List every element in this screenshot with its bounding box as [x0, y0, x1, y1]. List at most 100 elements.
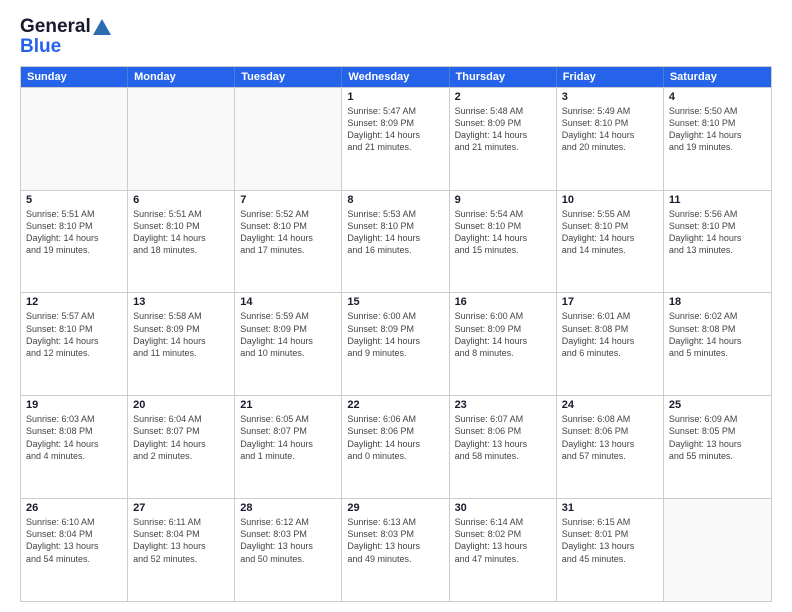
cal-cell: 2 Sunrise: 5:48 AM Sunset: 8:09 PM Daylig… — [450, 88, 557, 190]
day-number: 31 — [562, 502, 658, 514]
cal-cell: 24 Sunrise: 6:08 AM Sunset: 8:06 PM Dayli… — [557, 396, 664, 498]
cell-info: Sunrise: 5:56 AM Sunset: 8:10 PM Dayligh… — [669, 208, 766, 257]
cal-cell — [664, 499, 771, 601]
cal-cell — [21, 88, 128, 190]
cell-info: Sunrise: 6:10 AM Sunset: 8:04 PM Dayligh… — [26, 516, 122, 565]
day-number: 19 — [26, 399, 122, 411]
cell-info: Sunrise: 5:57 AM Sunset: 8:10 PM Dayligh… — [26, 310, 122, 359]
cal-row-1: 5 Sunrise: 5:51 AM Sunset: 8:10 PM Daylig… — [21, 190, 771, 293]
calendar-header: SundayMondayTuesdayWednesdayThursdayFrid… — [21, 67, 771, 87]
cal-cell: 3Sunrise: 5:49 AM Sunset: 8:10 PM Daylig… — [557, 88, 664, 190]
day-number: 21 — [240, 399, 336, 411]
cell-info: Sunrise: 5:58 AM Sunset: 8:09 PM Dayligh… — [133, 310, 229, 359]
day-number: 6 — [133, 194, 229, 206]
day-number: 7 — [240, 194, 336, 206]
day-number: 8 — [347, 194, 443, 206]
cal-cell: 25 Sunrise: 6:09 AM Sunset: 8:05 PM Dayli… — [664, 396, 771, 498]
cell-info: Sunrise: 6:12 AM Sunset: 8:03 PM Dayligh… — [240, 516, 336, 565]
cal-cell: 15 Sunrise: 6:00 AM Sunset: 8:09 PM Dayli… — [342, 293, 449, 395]
cell-info: Sunrise: 6:11 AM Sunset: 8:04 PM Dayligh… — [133, 516, 229, 565]
day-number: 15 — [347, 296, 443, 308]
cal-cell: 30 Sunrise: 6:14 AM Sunset: 8:02 PM Dayli… — [450, 499, 557, 601]
calendar: SundayMondayTuesdayWednesdayThursdayFrid… — [20, 66, 772, 602]
cal-cell: 17 Sunrise: 6:01 AM Sunset: 8:08 PM Dayli… — [557, 293, 664, 395]
cell-info: Sunrise: 6:09 AM Sunset: 8:05 PM Dayligh… — [669, 413, 766, 462]
cal-cell — [128, 88, 235, 190]
cal-cell: 19 Sunrise: 6:03 AM Sunset: 8:08 PM Dayli… — [21, 396, 128, 498]
cell-info: Sunrise: 6:14 AM Sunset: 8:02 PM Dayligh… — [455, 516, 551, 565]
cal-row-0: 1 Sunrise: 5:47 AM Sunset: 8:09 PM Daylig… — [21, 87, 771, 190]
cal-cell: 10 Sunrise: 5:55 AM Sunset: 8:10 PM Dayli… — [557, 191, 664, 293]
cell-info: Sunrise: 5:59 AM Sunset: 8:09 PM Dayligh… — [240, 310, 336, 359]
day-number: 20 — [133, 399, 229, 411]
cell-info: Sunrise: 6:03 AM Sunset: 8:08 PM Dayligh… — [26, 413, 122, 462]
day-number: 2 — [455, 91, 551, 103]
cal-row-2: 12 Sunrise: 5:57 AM Sunset: 8:10 PM Dayli… — [21, 292, 771, 395]
cell-info: Sunrise: 5:53 AM Sunset: 8:10 PM Dayligh… — [347, 208, 443, 257]
header: General Blue — [20, 16, 772, 58]
day-number: 27 — [133, 502, 229, 514]
cell-info: Sunrise: 5:52 AM Sunset: 8:10 PM Dayligh… — [240, 208, 336, 257]
day-number: 28 — [240, 502, 336, 514]
cal-cell: 6Sunrise: 5:51 AM Sunset: 8:10 PM Daylig… — [128, 191, 235, 293]
cell-info: Sunrise: 6:05 AM Sunset: 8:07 PM Dayligh… — [240, 413, 336, 462]
cal-header-cell-thursday: Thursday — [450, 67, 557, 87]
logo-text: General — [20, 16, 111, 38]
cal-cell: 7 Sunrise: 5:52 AM Sunset: 8:10 PM Daylig… — [235, 191, 342, 293]
day-number: 10 — [562, 194, 658, 206]
cal-cell: 21 Sunrise: 6:05 AM Sunset: 8:07 PM Dayli… — [235, 396, 342, 498]
cal-cell: 26 Sunrise: 6:10 AM Sunset: 8:04 PM Dayli… — [21, 499, 128, 601]
cal-cell: 1 Sunrise: 5:47 AM Sunset: 8:09 PM Daylig… — [342, 88, 449, 190]
cell-info: Sunrise: 5:54 AM Sunset: 8:10 PM Dayligh… — [455, 208, 551, 257]
day-number: 22 — [347, 399, 443, 411]
day-number: 9 — [455, 194, 551, 206]
logo: General Blue — [20, 16, 111, 58]
cell-info: Sunrise: 5:50 AM Sunset: 8:10 PM Dayligh… — [669, 105, 766, 154]
cal-cell: 4 Sunrise: 5:50 AM Sunset: 8:10 PM Daylig… — [664, 88, 771, 190]
day-number: 17 — [562, 296, 658, 308]
cal-header-cell-wednesday: Wednesday — [342, 67, 449, 87]
day-number: 23 — [455, 399, 551, 411]
cell-info: Sunrise: 6:01 AM Sunset: 8:08 PM Dayligh… — [562, 310, 658, 359]
page: General Blue SundayMondayTuesdayWednesda… — [0, 0, 792, 612]
cell-info: Sunrise: 5:51 AM Sunset: 8:10 PM Dayligh… — [26, 208, 122, 257]
cell-info: Sunrise: 6:00 AM Sunset: 8:09 PM Dayligh… — [347, 310, 443, 359]
logo-icon — [93, 19, 111, 35]
cal-cell — [235, 88, 342, 190]
day-number: 26 — [26, 502, 122, 514]
cal-header-cell-tuesday: Tuesday — [235, 67, 342, 87]
cal-cell: 20 Sunrise: 6:04 AM Sunset: 8:07 PM Dayli… — [128, 396, 235, 498]
cell-info: Sunrise: 5:55 AM Sunset: 8:10 PM Dayligh… — [562, 208, 658, 257]
day-number: 24 — [562, 399, 658, 411]
day-number: 16 — [455, 296, 551, 308]
cal-cell: 12 Sunrise: 5:57 AM Sunset: 8:10 PM Dayli… — [21, 293, 128, 395]
day-number: 4 — [669, 91, 766, 103]
cal-cell: 27 Sunrise: 6:11 AM Sunset: 8:04 PM Dayli… — [128, 499, 235, 601]
cal-cell: 29Sunrise: 6:13 AM Sunset: 8:03 PM Dayli… — [342, 499, 449, 601]
cell-info: Sunrise: 5:48 AM Sunset: 8:09 PM Dayligh… — [455, 105, 551, 154]
cal-cell: 22Sunrise: 6:06 AM Sunset: 8:06 PM Dayli… — [342, 396, 449, 498]
cell-info: Sunrise: 6:04 AM Sunset: 8:07 PM Dayligh… — [133, 413, 229, 462]
day-number: 29 — [347, 502, 443, 514]
day-number: 30 — [455, 502, 551, 514]
cal-cell: 5 Sunrise: 5:51 AM Sunset: 8:10 PM Daylig… — [21, 191, 128, 293]
cal-cell: 28 Sunrise: 6:12 AM Sunset: 8:03 PM Dayli… — [235, 499, 342, 601]
cell-info: Sunrise: 6:08 AM Sunset: 8:06 PM Dayligh… — [562, 413, 658, 462]
day-number: 18 — [669, 296, 766, 308]
cell-info: Sunrise: 6:07 AM Sunset: 8:06 PM Dayligh… — [455, 413, 551, 462]
cal-header-cell-saturday: Saturday — [664, 67, 771, 87]
day-number: 11 — [669, 194, 766, 206]
day-number: 25 — [669, 399, 766, 411]
cal-cell: 9 Sunrise: 5:54 AM Sunset: 8:10 PM Daylig… — [450, 191, 557, 293]
cell-info: Sunrise: 5:47 AM Sunset: 8:09 PM Dayligh… — [347, 105, 443, 154]
day-number: 1 — [347, 91, 443, 103]
day-number: 14 — [240, 296, 336, 308]
cell-info: Sunrise: 5:49 AM Sunset: 8:10 PM Dayligh… — [562, 105, 658, 154]
cal-row-4: 26 Sunrise: 6:10 AM Sunset: 8:04 PM Dayli… — [21, 498, 771, 601]
cal-row-3: 19 Sunrise: 6:03 AM Sunset: 8:08 PM Dayli… — [21, 395, 771, 498]
day-number: 5 — [26, 194, 122, 206]
day-number: 12 — [26, 296, 122, 308]
cal-header-cell-sunday: Sunday — [21, 67, 128, 87]
calendar-body: 1 Sunrise: 5:47 AM Sunset: 8:09 PM Daylig… — [21, 87, 771, 601]
cal-header-cell-friday: Friday — [557, 67, 664, 87]
